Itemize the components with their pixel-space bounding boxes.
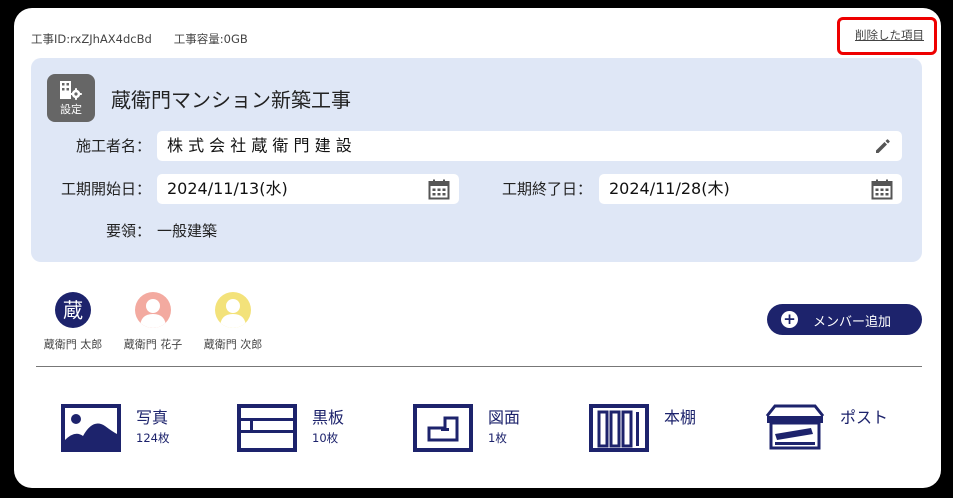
pencil-icon[interactable] (873, 136, 893, 156)
highlight-annotation (837, 17, 937, 55)
tool-count: 10枚 (312, 431, 339, 445)
post-tray-icon (765, 404, 825, 450)
building-gear-icon (60, 81, 82, 100)
project-card: 工事ID:rxZJhAX4dcBd 工事容量:0GB 削除した項目 設定 蔵衛門マ… (14, 8, 941, 488)
floorplan-icon (413, 404, 473, 452)
user-icon (140, 299, 166, 328)
avatar (215, 292, 251, 328)
user-icon (220, 299, 246, 328)
tool-name: 黒板 (312, 408, 345, 427)
tool-name: ポスト (840, 408, 889, 427)
project-title: 蔵衛門マンション新築工事 (111, 88, 351, 112)
contractor-value: 株 式 会 社 蔵 衛 門 建 設 (167, 136, 352, 155)
project-capacity: 工事容量:0GB (173, 32, 248, 46)
start-date-field[interactable]: 2024/11/13(水) (157, 174, 459, 204)
start-date-label: 工期開始日： (60, 180, 151, 198)
add-member-button[interactable]: + メンバー追加 (767, 304, 922, 335)
member-item[interactable]: 蔵衛門 花子 (118, 292, 188, 352)
calendar-icon[interactable] (428, 179, 450, 200)
calendar-icon[interactable] (871, 179, 893, 200)
photo-icon (61, 404, 121, 452)
summary-value: 一般建築 (157, 222, 218, 240)
end-date-field[interactable]: 2024/11/28(木) (599, 174, 902, 204)
member-name: 蔵衛門 太郎 (43, 338, 103, 351)
member-name: 蔵衛門 花子 (123, 338, 183, 351)
end-date-label: 工期終了日： (501, 180, 592, 198)
tool-name: 本棚 (664, 408, 697, 427)
plus-icon: + (781, 311, 798, 328)
add-member-label: メンバー追加 (813, 315, 892, 330)
settings-label: 設定 (60, 103, 82, 116)
tool-name: 図面 (488, 408, 521, 427)
settings-button[interactable]: 設定 (47, 74, 95, 122)
summary-label: 要領： (105, 222, 151, 240)
tool-count: 124枚 (136, 431, 170, 445)
avatar (135, 292, 171, 328)
avatar: 蔵 (55, 292, 91, 328)
end-date-value: 2024/11/28(木) (609, 179, 730, 198)
member-name: 蔵衛門 次郎 (203, 338, 263, 351)
divider (36, 366, 922, 367)
project-info-panel: 設定 蔵衛門マンション新築工事 施工者名： 株 式 会 社 蔵 衛 門 建 設 … (31, 58, 922, 262)
contractor-field[interactable]: 株 式 会 社 蔵 衛 門 建 設 (157, 131, 902, 161)
tool-name: 写真 (136, 408, 169, 427)
tool-count: 1枚 (488, 431, 507, 445)
member-item[interactable]: 蔵 蔵衛門 太郎 (38, 292, 108, 352)
project-meta: 工事ID:rxZJhAX4dcBd 工事容量:0GB (31, 31, 248, 47)
member-item[interactable]: 蔵衛門 次郎 (198, 292, 268, 352)
contractor-label: 施工者名： (75, 137, 151, 155)
blackboard-icon (237, 404, 297, 452)
avatar-initial: 蔵 (63, 298, 83, 322)
project-id: 工事ID:rxZJhAX4dcBd (31, 32, 152, 46)
start-date-value: 2024/11/13(水) (167, 179, 288, 198)
bookshelf-icon (589, 404, 649, 452)
